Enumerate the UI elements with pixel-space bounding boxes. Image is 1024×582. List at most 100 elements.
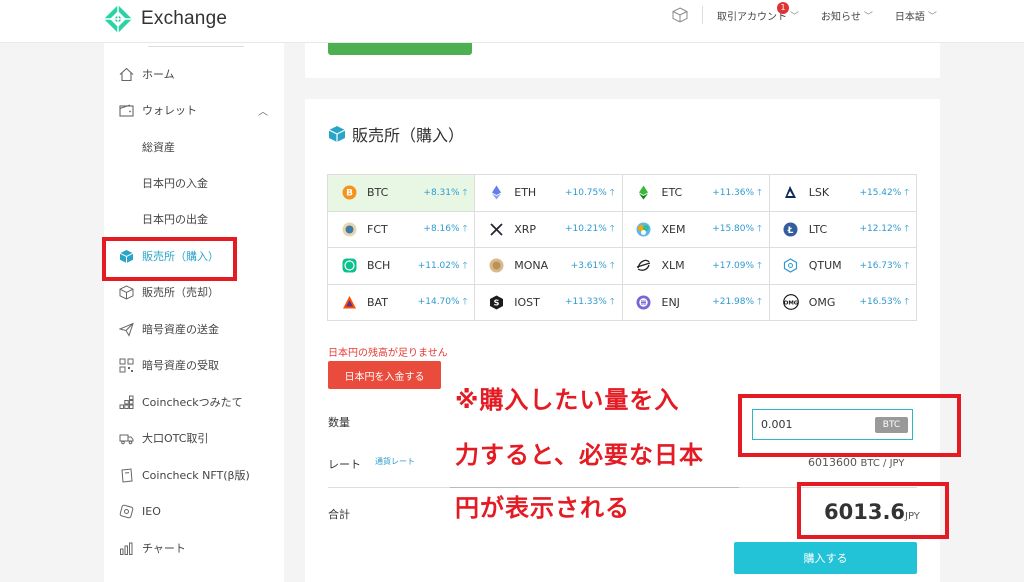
lsk-icon (783, 185, 799, 201)
logo[interactable]: Exchange (103, 4, 227, 34)
arrow-up-icon: 🡑 (609, 297, 615, 308)
coin-change-value: +15.42% (859, 187, 902, 198)
coin-change: +8.31% 🡑 (423, 185, 467, 201)
coin-change: +16.53% 🡑 (859, 294, 909, 310)
page-title: 販売所（購入） (328, 122, 464, 146)
sidebar-item-total-assets[interactable]: 総資産 (104, 129, 284, 165)
nft-icon (118, 467, 134, 483)
sidebar-item-wallet[interactable]: ウォレット ︿ (104, 92, 284, 128)
svg-text:Ł: Ł (787, 226, 794, 236)
eth-icon (488, 185, 504, 201)
coin-change: +15.42% 🡑 (859, 185, 909, 201)
arrow-up-icon: 🡑 (757, 187, 762, 198)
truck-icon (118, 430, 134, 446)
wallet-icon (118, 102, 134, 118)
sidebar-item-jpy-deposit[interactable]: 日本円の入金 (104, 165, 284, 201)
mona-icon (488, 258, 504, 274)
coin-cell-fct[interactable]: FCT +8.16% 🡑 (328, 211, 476, 248)
annotation-line-1: ※購入したい量を入 (455, 386, 680, 414)
coin-symbol: XEM (661, 222, 686, 236)
coin-cell-xrp[interactable]: XRP +10.21% 🡑 (475, 211, 623, 248)
total-label: 合計 (328, 508, 350, 521)
sidebar-item-jpy-withdraw[interactable]: 日本円の出金 (104, 201, 284, 237)
notice-menu[interactable]: お知らせ ﹀ (821, 8, 873, 23)
chart-icon (118, 540, 134, 556)
exchange-logo-icon (104, 5, 132, 33)
ieo-icon (118, 503, 134, 519)
coin-cell-xlm[interactable]: XLM +17.09% 🡑 (622, 248, 770, 285)
coin-change-value: +8.31% (423, 187, 460, 198)
arrow-up-icon: 🡑 (462, 297, 468, 308)
coin-change-value: +15.80% (712, 224, 755, 235)
sidebar-item-otc[interactable]: 大口OTC取引 (104, 420, 284, 456)
btc-icon: B (341, 185, 357, 201)
header-divider (702, 6, 703, 24)
coin-cell-qtum[interactable]: QTUM +16.73% 🡑 (769, 248, 917, 285)
coin-cell-eth[interactable]: ETH +10.75% 🡑 (475, 175, 623, 212)
deposit-jpy-button[interactable]: 日本円を入金する (328, 361, 441, 389)
coin-cell-ltc[interactable]: Ł LTC +12.12% 🡑 (769, 211, 917, 248)
coin-cell-bch[interactable]: BCH +11.02% 🡑 (328, 248, 476, 285)
sidebar-item-label: Coincheck NFT(β版) (142, 469, 250, 482)
coin-cell-omg[interactable]: OMG OMG +16.53% 🡑 (769, 284, 917, 321)
iost-icon: S (488, 294, 504, 310)
coin-cell-mona[interactable]: MONA +3.61% 🡑 (475, 248, 623, 285)
annotation-line-2: 力すると、必要な日本 (455, 441, 705, 469)
sidebar-item-chart[interactable]: チャート (104, 530, 284, 566)
coin-change-value: +16.73% (859, 260, 902, 271)
top-header: Exchange 取引アカウント 1 ﹀ お知らせ ﹀ 日本語 ﹀ (0, 0, 1024, 43)
sidebar-item-home[interactable]: ホーム (104, 56, 284, 92)
coin-change: +10.75% 🡑 (565, 185, 615, 201)
arrow-up-icon: 🡑 (462, 260, 468, 271)
coin-change-value: +17.09% (712, 260, 755, 271)
cube-icon[interactable] (672, 7, 688, 23)
sidebar-item-label: 日本円の入金 (142, 177, 208, 190)
coin-change: +11.02% 🡑 (418, 258, 468, 274)
language-menu[interactable]: 日本語 ﹀ (895, 8, 937, 23)
coin-change: +10.21% 🡑 (565, 221, 615, 237)
highlight-box-sidebar (102, 237, 237, 281)
coin-cell-lsk[interactable]: LSK +15.42% 🡑 (769, 175, 917, 212)
coin-cell-bat[interactable]: BAT +14.70% 🡑 (328, 284, 476, 321)
coin-change: +21.98% 🡑 (712, 294, 762, 310)
coin-grid: B BTC +8.31% 🡑 ETH +10.75% 🡑 ETC +11.36% 🡑 … (327, 174, 917, 321)
chevron-down-icon: ﹀ (790, 11, 800, 22)
coin-cell-etc[interactable]: ETC +11.36% 🡑 (622, 175, 770, 212)
coin-symbol: ETH (514, 186, 537, 200)
coin-change: +8.16% 🡑 (423, 221, 467, 237)
green-action-button[interactable] (328, 43, 472, 55)
quantity-label: 数量 (328, 416, 350, 429)
sidebar-item-receive[interactable]: 暗号資産の受取 (104, 347, 284, 383)
sidebar-item-label: ウォレット (142, 104, 197, 117)
chevron-down-icon: ﹀ (927, 11, 937, 22)
sidebar-item-send[interactable]: 暗号資産の送金 (104, 311, 284, 347)
xrp-icon (488, 221, 504, 237)
qtum-icon (783, 258, 799, 274)
sidebar-item-tsumitate[interactable]: Coincheckつみたて (104, 384, 284, 420)
coin-change-value: +14.70% (417, 297, 460, 308)
sidebar-item-label: 大口OTC取引 (142, 432, 209, 445)
qr-icon (118, 357, 134, 373)
sidebar-item-label: 総資産 (142, 141, 175, 154)
buy-button[interactable]: 購入する (734, 542, 917, 574)
sidebar-item-label: 販売所（売却） (142, 286, 219, 299)
sidebar-item-ieo[interactable]: IEO (104, 493, 284, 529)
annotation-line-3: 円が表示される (455, 494, 630, 522)
svg-text:OMG: OMG (783, 301, 798, 307)
coin-cell-xem[interactable]: XEM +15.80% 🡑 (622, 211, 770, 248)
sidebar-item-nft[interactable]: Coincheck NFT(β版) (104, 457, 284, 493)
home-icon (118, 66, 134, 82)
coin-cell-iost[interactable]: S IOST +11.33% 🡑 (475, 284, 623, 321)
send-icon (118, 321, 134, 337)
sidebar-item-label: 日本円の出金 (142, 213, 208, 226)
coin-change-value: +21.98% (712, 297, 755, 308)
coin-symbol: BAT (367, 295, 388, 309)
arrow-up-icon: 🡑 (757, 260, 762, 271)
account-menu[interactable]: 取引アカウント 1 ﹀ (717, 1, 800, 23)
divider (450, 487, 739, 488)
cube-outline-icon (118, 284, 134, 300)
sidebar-top-tab (148, 43, 244, 47)
coin-cell-enj[interactable]: ENJ +21.98% 🡑 (622, 284, 770, 321)
coin-cell-btc[interactable]: B BTC +8.31% 🡑 (328, 175, 476, 212)
rate-link[interactable]: 通貨レート (375, 456, 415, 467)
